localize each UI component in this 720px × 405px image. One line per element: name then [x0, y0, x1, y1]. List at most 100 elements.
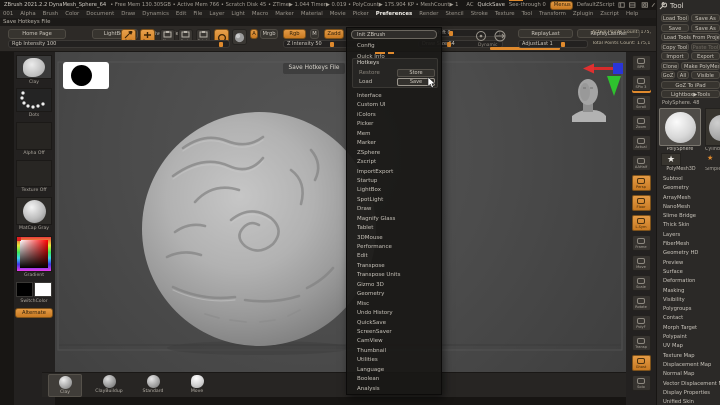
menu-item[interactable]: Edit [176, 11, 186, 17]
lazy-mouse-icon[interactable] [474, 30, 488, 42]
menu-item[interactable]: Help [626, 11, 638, 17]
menu-item[interactable]: 001 [3, 11, 13, 17]
shelf-button[interactable]: PolyF [631, 315, 651, 331]
menu-item[interactable]: Color [65, 11, 79, 17]
shelf-button[interactable]: Move [631, 255, 651, 271]
m-button[interactable]: M [310, 29, 319, 39]
titlebar-icons[interactable] [618, 1, 656, 9]
tool-subpalette-item[interactable]: Texture Map [657, 353, 720, 362]
tool-subpalette-item[interactable]: Preview [657, 260, 720, 269]
pref-menu-item[interactable]: Edit [347, 252, 443, 261]
goz-to-ipad-button[interactable]: GoZ To iPad [661, 80, 720, 89]
tool-subpalette-item[interactable]: Slime Bridge [657, 213, 720, 222]
shelf-button[interactable]: BPR [631, 55, 651, 71]
tool-subpalette-item[interactable]: Display Properties [657, 390, 720, 399]
backtrack-icon[interactable] [492, 29, 508, 43]
pref-menu-item[interactable]: Transpose [347, 262, 443, 271]
shelf-button[interactable]: Rotate [631, 295, 651, 311]
menu-item[interactable]: Stencil [445, 11, 463, 17]
camview-head[interactable] [572, 79, 606, 122]
hotkeys-load-label[interactable]: Load [359, 79, 372, 85]
menu-item[interactable]: Macro [252, 11, 268, 17]
hotkeys-restore-label[interactable]: Restore [359, 70, 380, 76]
menu-item[interactable]: File [193, 11, 202, 17]
tool-subpalette-item[interactable]: Surface [657, 269, 720, 278]
pref-menu-item[interactable]: Performance [347, 243, 443, 252]
second-tool-thumbnail[interactable] [705, 108, 720, 146]
tool-subpalette-item[interactable]: Geometry [657, 185, 720, 194]
load-tool-button[interactable]: Load Tool [661, 14, 689, 22]
shelf-button[interactable]: Floor [631, 195, 651, 211]
pref-menu-item[interactable]: Zscript [347, 158, 443, 167]
pref-menu-item[interactable]: iColors [347, 111, 443, 120]
shelf-button[interactable]: SPix 3 [631, 75, 651, 91]
pref-menu-item[interactable]: Utilities [347, 356, 443, 365]
pref-menu-item[interactable]: Picker [347, 120, 443, 129]
shelf-button[interactable]: Zoom [631, 115, 651, 131]
menu-item[interactable]: Material [301, 11, 323, 17]
current-tool-thumbnail[interactable] [659, 108, 701, 146]
pref-menu-item[interactable]: CamView [347, 337, 443, 346]
tool-subpalette-item[interactable]: Thick Skin [657, 222, 720, 231]
adjust-last-handle[interactable] [561, 42, 565, 47]
tool-subpalette-item[interactable]: Contact [657, 315, 720, 324]
pref-menu-item[interactable]: Tablet [347, 224, 443, 233]
focal-shift-handle[interactable] [449, 31, 453, 36]
goz-button[interactable]: GoZ [661, 71, 675, 79]
anchor-a-button[interactable]: A [250, 29, 258, 39]
menu-item[interactable]: Draw [121, 11, 135, 17]
menu-item[interactable]: Zscript [600, 11, 619, 17]
pref-menu-item[interactable]: LightBox [347, 186, 443, 195]
tool-subpalette-item[interactable]: Deformation [657, 278, 720, 287]
replay-last-button[interactable]: ReplayLast [518, 29, 573, 38]
texture-thumbnail[interactable] [16, 160, 52, 187]
config-item[interactable]: Config [357, 43, 375, 49]
pref-menu-item[interactable]: Custom UI [347, 101, 443, 110]
pref-menu-item[interactable]: QuickSave [347, 319, 443, 328]
init-zbrush-button[interactable]: Init ZBrush [351, 30, 437, 39]
tool-subpalette-item[interactable]: Layers [657, 232, 720, 241]
goz-visible-button[interactable]: Visible [691, 71, 720, 79]
hotkeys-store-button[interactable]: Store [397, 69, 435, 77]
tool-subpalette-item[interactable]: Normal Map [657, 371, 720, 380]
alternate-button[interactable]: Alternate [15, 308, 53, 318]
tool-subpalette-item[interactable]: FiberMesh [657, 241, 720, 250]
pref-menu-item[interactable]: Marker [347, 139, 443, 148]
pref-menu-item[interactable]: SpotLight [347, 196, 443, 205]
export-button[interactable]: Export [691, 52, 720, 60]
zadd-button[interactable]: Zadd [324, 29, 344, 39]
z-intensity-handle[interactable] [330, 42, 334, 47]
pref-menu-item[interactable]: Gizmo 3D [347, 281, 443, 290]
save-button[interactable]: Save [661, 23, 689, 32]
menu-item[interactable]: Movie [330, 11, 346, 17]
tool-subpalette-item[interactable]: Morph Target [657, 325, 720, 334]
brush-slot[interactable]: Standard [136, 374, 170, 397]
shelf-button[interactable]: L.Sym [631, 215, 651, 231]
clone-button[interactable]: Clone [661, 61, 679, 70]
menu-item[interactable]: Alpha [20, 11, 35, 17]
stroke-type-thumbnail[interactable] [16, 88, 52, 112]
menu-item[interactable]: Layer [209, 11, 224, 17]
menu-item[interactable]: Dynamics [142, 11, 169, 17]
lightbox-tools-button[interactable]: Lightbox▶Tools [661, 90, 720, 98]
menu-item[interactable]: Document [86, 11, 114, 17]
save-as-button[interactable]: Save As [691, 14, 720, 22]
sculpt-sphere[interactable] [142, 112, 376, 346]
pref-menu-item[interactable]: Misc [347, 300, 443, 309]
pref-menu-item[interactable]: Startup [347, 177, 443, 186]
pref-menu-item[interactable]: ImportExport [347, 168, 443, 177]
polymesh3d-slot[interactable]: ★ [661, 153, 681, 166]
shelf-button[interactable]: Ghost [631, 355, 651, 371]
menu-item[interactable]: Marker [275, 11, 294, 17]
pref-menu-item[interactable]: Interface [347, 92, 443, 101]
pref-menu-item[interactable]: Language [347, 366, 443, 375]
shelf-button[interactable]: Transp [631, 335, 651, 351]
shelf-button[interactable]: Actual [631, 135, 651, 151]
tool-subpalette-item[interactable]: Unified Skin [657, 399, 720, 405]
shelf-button[interactable]: Scale [631, 275, 651, 291]
quicksave-button[interactable]: QuickSave [477, 2, 504, 8]
menus-button[interactable]: Menus [549, 0, 573, 10]
mrgb-button[interactable]: Mrgb [260, 29, 278, 39]
pref-menu-item[interactable]: Boolean [347, 375, 443, 384]
make-polymesh3d-button[interactable]: Make PolyMesh3D [681, 61, 720, 70]
